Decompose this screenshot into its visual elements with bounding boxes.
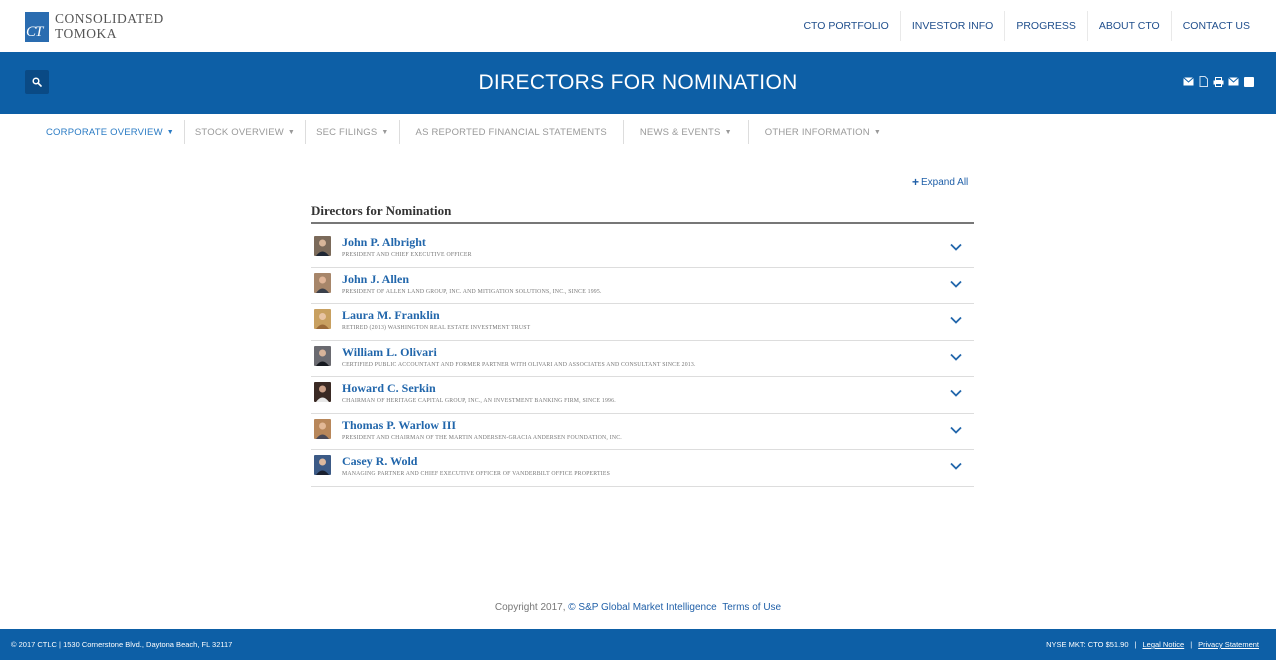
logo-mark-text: CT: [26, 24, 43, 40]
director-row[interactable]: John P. Albright PRESIDENT AND CHIEF EXE…: [311, 231, 974, 268]
director-role: CERTIFIED PUBLIC ACCOUNTANT AND FORMER P…: [342, 361, 696, 368]
subnav-label: NEWS & EVENTS: [639, 126, 721, 138]
copyright-text: Copyright 2017,: [494, 602, 569, 613]
director-name[interactable]: William L. Olivari: [342, 345, 437, 360]
chevron-down-icon[interactable]: [950, 280, 962, 288]
page-banner: DIRECTORS FOR NOMINATION: [0, 52, 1276, 114]
director-photo: [314, 345, 331, 366]
sp-global-link[interactable]: © S&P Global Market Intelligence: [568, 602, 716, 613]
subnav-sec-filings[interactable]: SEC FILINGS ▼: [305, 120, 398, 144]
page-title: DIRECTORS FOR NOMINATION: [478, 71, 798, 94]
subnav-label: STOCK OVERVIEW: [194, 126, 284, 138]
subnav-label: CORPORATE OVERVIEW: [46, 126, 163, 138]
director-photo: [314, 455, 331, 475]
logo-text: CONSOLIDATED TOMOKA: [55, 11, 164, 41]
director-photo: [314, 236, 331, 256]
caret-down-icon: ▼: [724, 128, 732, 136]
director-role: CHAIRMAN OF HERITAGE CAPITAL GROUP, INC.…: [342, 398, 616, 404]
section-title: Directors for Nomination: [311, 203, 452, 218]
chevron-down-icon[interactable]: [950, 389, 962, 397]
director-name[interactable]: Laura M. Franklin: [342, 308, 440, 323]
director-name[interactable]: John P. Albright: [342, 235, 426, 250]
search-button[interactable]: [25, 70, 49, 94]
logo-line-1: CONSOLIDATED: [55, 11, 164, 26]
company-logo[interactable]: CT CONSOLIDATED TOMOKA: [25, 11, 164, 42]
print-button[interactable]: [1213, 76, 1224, 87]
top-nav-progress[interactable]: PROGRESS: [1004, 11, 1087, 41]
top-nav-about-cto[interactable]: ABOUT CTO: [1086, 11, 1171, 41]
subnav-stock-overview[interactable]: STOCK OVERVIEW ▼: [183, 120, 305, 144]
email-button[interactable]: [1228, 76, 1239, 87]
top-nav-contact-us[interactable]: CONTACT US: [1170, 11, 1261, 41]
logo-line-2: TOMOKA: [55, 26, 118, 41]
director-role: PRESIDENT AND CHIEF EXECUTIVE OFFICER: [342, 252, 472, 258]
top-header: CT CONSOLIDATED TOMOKA CTO PORTFOLIO INV…: [0, 0, 1276, 52]
chevron-down-icon[interactable]: [950, 353, 962, 361]
print-icon: [1213, 76, 1224, 87]
director-photo: [314, 418, 331, 439]
top-nav: CTO PORTFOLIO INVESTOR INFO PROGRESS ABO…: [792, 0, 1261, 52]
document-icon: [1199, 76, 1208, 87]
email-icon: [1228, 77, 1239, 86]
privacy-statement-link[interactable]: Privacy Statement: [1198, 640, 1259, 649]
chevron-down-icon[interactable]: [950, 462, 962, 470]
director-photo: [314, 272, 331, 293]
subnav-label: AS REPORTED FINANCIAL STATEMENTS: [415, 126, 607, 138]
chevron-down-icon[interactable]: [950, 316, 962, 324]
email-alert-icon: [1183, 77, 1194, 86]
chevron-down-icon[interactable]: [950, 426, 962, 434]
footer-address: © 2017 CTLC | 1530 Cornerstone Blvd., Da…: [11, 640, 233, 649]
legal-notice-link[interactable]: Legal Notice: [1142, 640, 1184, 649]
subnav-label: SEC FILINGS: [316, 126, 378, 138]
director-role: PRESIDENT AND CHAIRMAN OF THE MARTIN AND…: [342, 434, 622, 441]
expand-all-link[interactable]: + Expand All: [912, 175, 968, 189]
page-tools: [1183, 76, 1254, 87]
subnav-news-events[interactable]: NEWS & EVENTS ▼: [622, 120, 748, 144]
expand-all-label: Expand All: [921, 176, 969, 188]
caret-down-icon: ▼: [166, 128, 174, 136]
footer-right: NYSE MKT: CTO $51.90 | Legal Notice | Pr…: [1046, 629, 1259, 660]
director-name[interactable]: Howard C. Serkin: [342, 381, 436, 396]
caret-down-icon: ▼: [287, 128, 296, 136]
top-nav-cto-portfolio[interactable]: CTO PORTFOLIO: [792, 11, 899, 41]
director-role: PRESIDENT OF ALLEN LAND GROUP, INC. AND …: [342, 288, 602, 295]
terms-of-use-link[interactable]: Terms of Use: [722, 602, 781, 613]
logo-mark-icon: CT: [25, 12, 49, 42]
director-row[interactable]: Laura M. Franklin RETIRED (2013) WASHING…: [311, 304, 974, 341]
caret-down-icon: ▼: [873, 128, 881, 136]
director-photo: [314, 309, 331, 329]
subnav-corporate-overview[interactable]: CORPORATE OVERVIEW ▼: [36, 120, 184, 144]
director-name[interactable]: Thomas P. Warlow III: [342, 418, 456, 433]
director-row[interactable]: William L. Olivari CERTIFIED PUBLIC ACCO…: [311, 341, 974, 377]
director-name[interactable]: Casey R. Wold: [342, 454, 417, 469]
section-divider: [311, 222, 974, 224]
search-icon: [32, 77, 42, 87]
footer-separator: |: [1134, 640, 1137, 649]
director-name[interactable]: John J. Allen: [342, 272, 409, 287]
site-footer: © 2017 CTLC | 1530 Cornerstone Blvd., Da…: [0, 629, 1276, 660]
caret-down-icon: ▼: [381, 128, 389, 136]
director-row[interactable]: Casey R. Wold MANAGING PARTNER AND CHIEF…: [311, 450, 974, 487]
subnav-financial-statements[interactable]: AS REPORTED FINANCIAL STATEMENTS: [398, 120, 623, 144]
copyright-line: Copyright 2017, © S&P Global Market Inte…: [0, 602, 1276, 613]
top-nav-investor-info[interactable]: INVESTOR INFO: [899, 11, 1004, 41]
email-alert-button[interactable]: [1183, 76, 1194, 87]
secondary-nav: CORPORATE OVERVIEW ▼ STOCK OVERVIEW ▼ SEC …: [36, 120, 897, 144]
stock-quote: NYSE MKT: CTO $51.90: [1046, 640, 1129, 649]
director-row[interactable]: John J. Allen PRESIDENT OF ALLEN LAND GR…: [311, 268, 974, 304]
rss-button[interactable]: [1243, 76, 1254, 87]
document-button[interactable]: [1198, 76, 1209, 87]
director-photo: [314, 382, 331, 402]
director-row[interactable]: Thomas P. Warlow III PRESIDENT AND CHAIR…: [311, 414, 974, 450]
plus-icon: +: [912, 175, 920, 189]
subnav-label: OTHER INFORMATION: [764, 126, 870, 138]
rss-icon: [1243, 76, 1254, 87]
director-row[interactable]: Howard C. Serkin CHAIRMAN OF HERITAGE CA…: [311, 377, 974, 414]
directors-list: John P. Albright PRESIDENT AND CHIEF EXE…: [311, 231, 974, 487]
footer-separator: |: [1190, 640, 1193, 649]
subnav-other-information[interactable]: OTHER INFORMATION ▼: [747, 120, 897, 144]
director-role: MANAGING PARTNER AND CHIEF EXECUTIVE OFF…: [342, 471, 611, 477]
director-role: RETIRED (2013) WASHINGTON REAL ESTATE IN…: [342, 325, 531, 331]
chevron-down-icon[interactable]: [950, 243, 962, 251]
